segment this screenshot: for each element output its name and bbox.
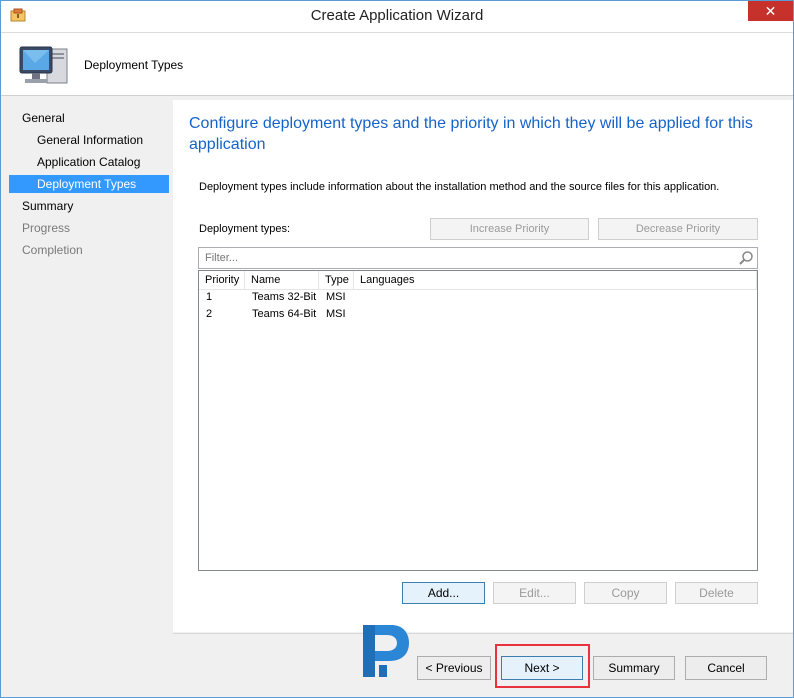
add-button[interactable]: Add... — [402, 582, 485, 604]
previous-button[interactable]: < Previous — [417, 656, 491, 680]
filter-box — [198, 247, 758, 269]
wizard-header: Deployment Types — [1, 33, 793, 96]
next-button-highlight — [495, 644, 590, 688]
nav-application-catalog[interactable]: Application Catalog — [37, 153, 140, 171]
cell-name: Teams 32-Bit — [252, 291, 317, 303]
watermark-logo-icon — [357, 621, 413, 685]
nav-general[interactable]: General — [22, 109, 65, 127]
wizard-window: Create Application Wizard ✕ Deployment T… — [0, 0, 794, 698]
cell-type: MSI — [326, 291, 346, 303]
nav-summary[interactable]: Summary — [22, 197, 73, 215]
list-header: Priority Name Type Languages — [199, 271, 757, 290]
copy-button[interactable]: Copy — [584, 582, 667, 604]
cell-type: MSI — [326, 308, 346, 320]
cell-priority: 1 — [206, 291, 213, 303]
deployment-types-label: Deployment types: — [199, 223, 291, 235]
wizard-nav: General General Information Application … — [1, 96, 169, 697]
column-header-name[interactable]: Name — [245, 271, 319, 289]
search-icon[interactable] — [738, 250, 754, 269]
summary-button[interactable]: Summary — [593, 656, 675, 680]
nav-deployment-types[interactable]: Deployment Types — [9, 175, 169, 193]
nav-completion: Completion — [22, 243, 83, 257]
decrease-priority-button[interactable]: Decrease Priority — [598, 218, 758, 240]
delete-button[interactable]: Delete — [675, 582, 758, 604]
cancel-button[interactable]: Cancel — [685, 656, 767, 680]
edit-button[interactable]: Edit... — [493, 582, 576, 604]
footer-divider — [173, 633, 793, 634]
page-heading: Configure deployment types and the prior… — [189, 115, 753, 153]
deployment-types-list[interactable]: Priority Name Type Languages 1 Teams 32-… — [198, 270, 758, 571]
header-title: Deployment Types — [84, 58, 184, 72]
main-panel: Configure deployment types and the prior… — [173, 100, 793, 632]
cell-languages — [354, 306, 361, 323]
column-header-type[interactable]: Type — [319, 271, 354, 289]
increase-priority-button[interactable]: Increase Priority — [430, 218, 589, 240]
window-title: Create Application Wizard — [310, 7, 484, 24]
close-button[interactable]: ✕ — [748, 1, 793, 21]
cell-name: Teams 64-Bit — [252, 308, 317, 320]
table-row[interactable]: 1 Teams 32-Bit MSI — [199, 289, 757, 306]
computer-icon — [17, 43, 73, 89]
column-header-priority[interactable]: Priority — [199, 271, 245, 289]
cell-priority: 2 — [206, 308, 213, 320]
column-header-languages[interactable]: Languages — [354, 271, 757, 289]
title-bar: Create Application Wizard ✕ — [1, 1, 793, 33]
cell-languages — [354, 289, 361, 306]
table-row[interactable]: 2 Teams 64-Bit MSI — [199, 306, 757, 323]
filter-input[interactable] — [203, 251, 727, 265]
nav-general-information[interactable]: General Information — [37, 131, 143, 149]
nav-progress: Progress — [22, 221, 71, 235]
close-icon: ✕ — [764, 3, 777, 19]
page-description: Deployment types include information abo… — [199, 181, 720, 193]
